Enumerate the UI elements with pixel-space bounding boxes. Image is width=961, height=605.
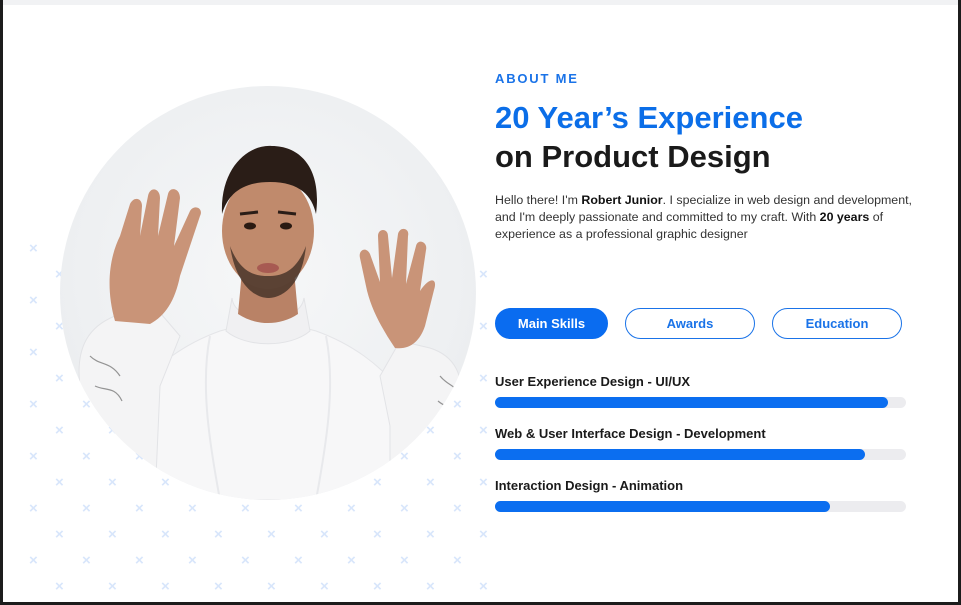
section-heading: 20 Year’s Experience on Product Design xyxy=(495,98,803,176)
pattern-x-mark: × xyxy=(214,526,223,543)
pattern-x-mark: × xyxy=(241,500,250,517)
pattern-x-mark: × xyxy=(29,448,38,465)
pattern-x-mark: × xyxy=(29,500,38,517)
pattern-x-mark: × xyxy=(400,500,409,517)
intro-years: 20 years xyxy=(819,210,870,224)
pattern-x-mark: × xyxy=(479,422,488,439)
skill-progress-fill xyxy=(495,449,865,460)
portrait-illustration xyxy=(78,145,462,500)
skills-tabs: Main Skills Awards Education xyxy=(495,308,902,339)
pattern-x-mark: × xyxy=(400,552,409,569)
pattern-x-mark: × xyxy=(479,370,488,387)
pattern-x-mark: × xyxy=(320,578,329,595)
pattern-x-mark: × xyxy=(161,578,170,595)
tab-main-skills[interactable]: Main Skills xyxy=(495,308,608,339)
skill-label: User Experience Design - UI/UX xyxy=(495,374,691,389)
pattern-x-mark: × xyxy=(188,552,197,569)
section-eyebrow: ABOUT ME xyxy=(495,71,579,86)
pattern-x-mark: × xyxy=(294,552,303,569)
intro-paragraph: Hello there! I'm Robert Junior. I specia… xyxy=(495,192,915,243)
pattern-x-mark: × xyxy=(479,578,488,595)
pattern-x-mark: × xyxy=(161,526,170,543)
skill-label: Web & User Interface Design - Developmen… xyxy=(495,426,766,441)
pattern-x-mark: × xyxy=(29,552,38,569)
pattern-x-mark: × xyxy=(479,318,488,335)
skill-progress-track xyxy=(495,449,906,460)
pattern-x-mark: × xyxy=(479,266,488,283)
skill-label: Interaction Design - Animation xyxy=(495,478,684,493)
pattern-x-mark: × xyxy=(214,578,223,595)
heading-line-accent: 20 Year’s Experience xyxy=(495,100,803,135)
skill-progress-fill xyxy=(495,397,888,408)
pattern-x-mark: × xyxy=(135,500,144,517)
skill-item: Web & User Interface Design - Developmen… xyxy=(495,426,906,460)
pattern-x-mark: × xyxy=(29,344,38,361)
pattern-x-mark: × xyxy=(453,552,462,569)
pattern-x-mark: × xyxy=(108,578,117,595)
skill-progress-fill xyxy=(495,501,830,512)
tab-awards[interactable]: Awards xyxy=(625,308,755,339)
pattern-x-mark: × xyxy=(29,292,38,309)
pattern-x-mark: × xyxy=(241,552,250,569)
pattern-x-mark: × xyxy=(135,552,144,569)
pattern-x-mark: × xyxy=(320,526,329,543)
pattern-x-mark: × xyxy=(453,500,462,517)
pattern-x-mark: × xyxy=(294,500,303,517)
pattern-x-mark: × xyxy=(373,526,382,543)
pattern-x-mark: × xyxy=(188,500,197,517)
pattern-x-mark: × xyxy=(108,526,117,543)
heading-line-dark: on Product Design xyxy=(495,139,771,174)
pattern-x-mark: × xyxy=(55,578,64,595)
pattern-x-mark: × xyxy=(426,526,435,543)
pattern-x-mark: × xyxy=(373,578,382,595)
pattern-x-mark: × xyxy=(347,552,356,569)
skill-progress-track xyxy=(495,397,906,408)
pattern-x-mark: × xyxy=(347,500,356,517)
pattern-x-mark: × xyxy=(29,240,38,257)
skill-progress-track xyxy=(495,501,906,512)
pattern-x-mark: × xyxy=(82,500,91,517)
pattern-x-mark: × xyxy=(479,474,488,491)
pattern-x-mark: × xyxy=(267,526,276,543)
tab-education[interactable]: Education xyxy=(772,308,902,339)
pattern-x-mark: × xyxy=(55,526,64,543)
pattern-x-mark: × xyxy=(479,526,488,543)
skill-item: User Experience Design - UI/UX xyxy=(495,374,906,408)
pattern-x-mark: × xyxy=(82,552,91,569)
skill-item: Interaction Design - Animation xyxy=(495,478,906,512)
about-section: × × × × × × × × × × × × × × × × × × × × × × × × × × × × × × × × × × × × × × × ×… xyxy=(0,0,961,605)
pattern-x-mark: × xyxy=(426,578,435,595)
pattern-x-mark: × xyxy=(267,578,276,595)
skills-list: User Experience Design - UI/UX Web & Use… xyxy=(495,374,906,530)
intro-name: Robert Junior xyxy=(581,193,663,207)
top-strip xyxy=(3,0,958,5)
portrait-photo xyxy=(60,86,476,500)
intro-text-start: Hello there! I'm xyxy=(495,193,582,207)
pattern-x-mark: × xyxy=(29,396,38,413)
